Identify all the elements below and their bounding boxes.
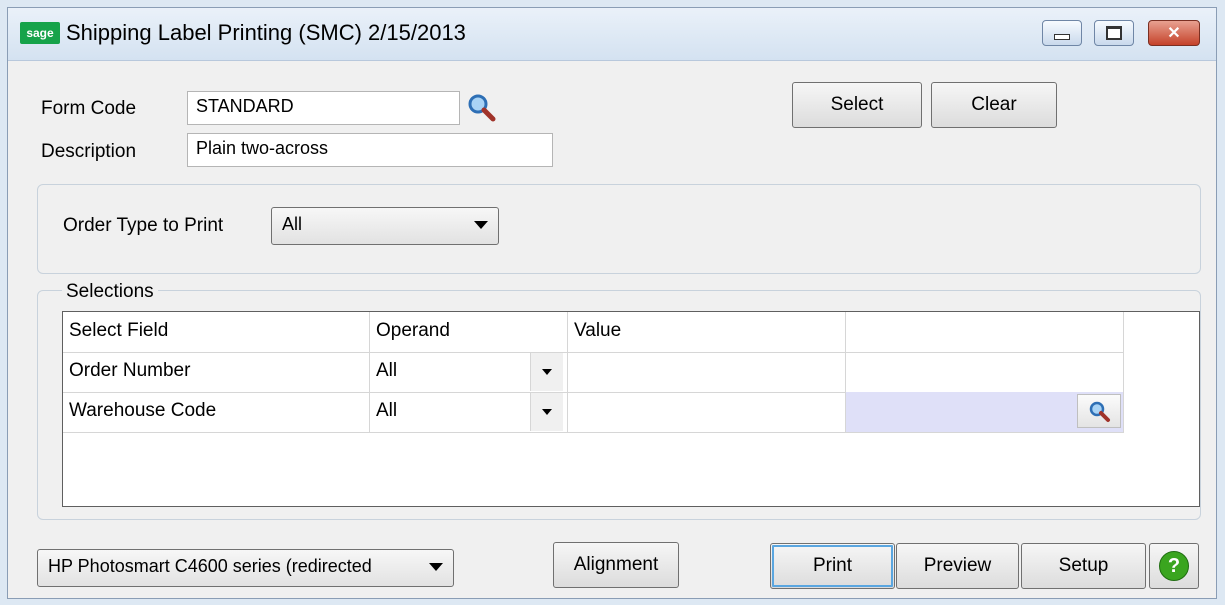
order-type-value: All — [282, 214, 303, 234]
row-extra[interactable] — [846, 352, 1124, 392]
order-type-dropdown[interactable]: All — [271, 207, 499, 245]
magnifier-icon — [1089, 401, 1110, 422]
header-operand[interactable]: Operand — [370, 312, 568, 352]
grid-header-row: Select Field Operand Value — [63, 312, 1124, 353]
close-button[interactable]: ✕ — [1148, 20, 1200, 46]
form-code-label: Form Code — [41, 98, 137, 119]
description-label: Description — [41, 141, 137, 162]
chevron-down-icon — [542, 369, 552, 375]
chevron-down-icon — [542, 409, 552, 415]
selections-grid: Select Field Operand Value Order Number … — [62, 311, 1200, 507]
row-value[interactable] — [568, 392, 846, 432]
print-button[interactable]: Print — [770, 543, 895, 589]
header-value[interactable]: Value — [568, 312, 846, 352]
help-button[interactable]: ? — [1149, 543, 1199, 589]
preview-button[interactable]: Preview — [896, 543, 1019, 589]
description-field[interactable]: Plain two-across — [187, 133, 553, 167]
window-title: Shipping Label Printing (SMC) 2/15/2013 — [66, 20, 466, 45]
row-operand-value: All — [376, 400, 398, 421]
clear-button[interactable]: Clear — [931, 82, 1057, 128]
header-extra[interactable] — [846, 312, 1124, 352]
select-button[interactable]: Select — [792, 82, 922, 128]
row-select-field[interactable]: Warehouse Code — [63, 392, 370, 432]
close-icon: ✕ — [1167, 25, 1181, 42]
warehouse-lookup-button[interactable] — [1077, 394, 1121, 428]
chevron-down-icon — [474, 221, 488, 229]
maximize-icon — [1106, 26, 1122, 40]
alignment-button[interactable]: Alignment — [553, 542, 679, 588]
magnifier-icon — [468, 94, 496, 122]
row-operand-value: All — [376, 360, 398, 381]
form-code-field[interactable]: STANDARD — [187, 91, 460, 125]
order-type-label: Order Type to Print — [63, 215, 224, 236]
selections-legend: Selections — [62, 281, 158, 303]
operand-dropdown-button[interactable] — [530, 353, 563, 391]
printer-dropdown[interactable]: HP Photosmart C4600 series (redirected — [37, 549, 454, 587]
shipping-label-window: sage Shipping Label Printing (SMC) 2/15/… — [7, 7, 1217, 599]
setup-button[interactable]: Setup — [1021, 543, 1146, 589]
printer-value: HP Photosmart C4600 series (redirected — [48, 556, 372, 576]
maximize-button[interactable] — [1094, 20, 1134, 46]
sage-logo: sage — [20, 22, 60, 44]
form-code-lookup-button[interactable] — [466, 92, 496, 122]
chevron-down-icon — [429, 563, 443, 571]
row-select-field[interactable]: Order Number — [63, 352, 370, 392]
table-row: Warehouse Code All — [63, 392, 1124, 433]
row-value[interactable] — [568, 352, 846, 392]
minimize-button[interactable] — [1042, 20, 1082, 46]
minimize-icon — [1054, 34, 1070, 40]
title-bar[interactable]: sage Shipping Label Printing (SMC) 2/15/… — [8, 8, 1216, 61]
help-icon: ? — [1159, 551, 1189, 581]
header-select-field[interactable]: Select Field — [63, 312, 370, 352]
operand-dropdown-button[interactable] — [530, 393, 563, 431]
table-row: Order Number All — [63, 352, 1124, 393]
